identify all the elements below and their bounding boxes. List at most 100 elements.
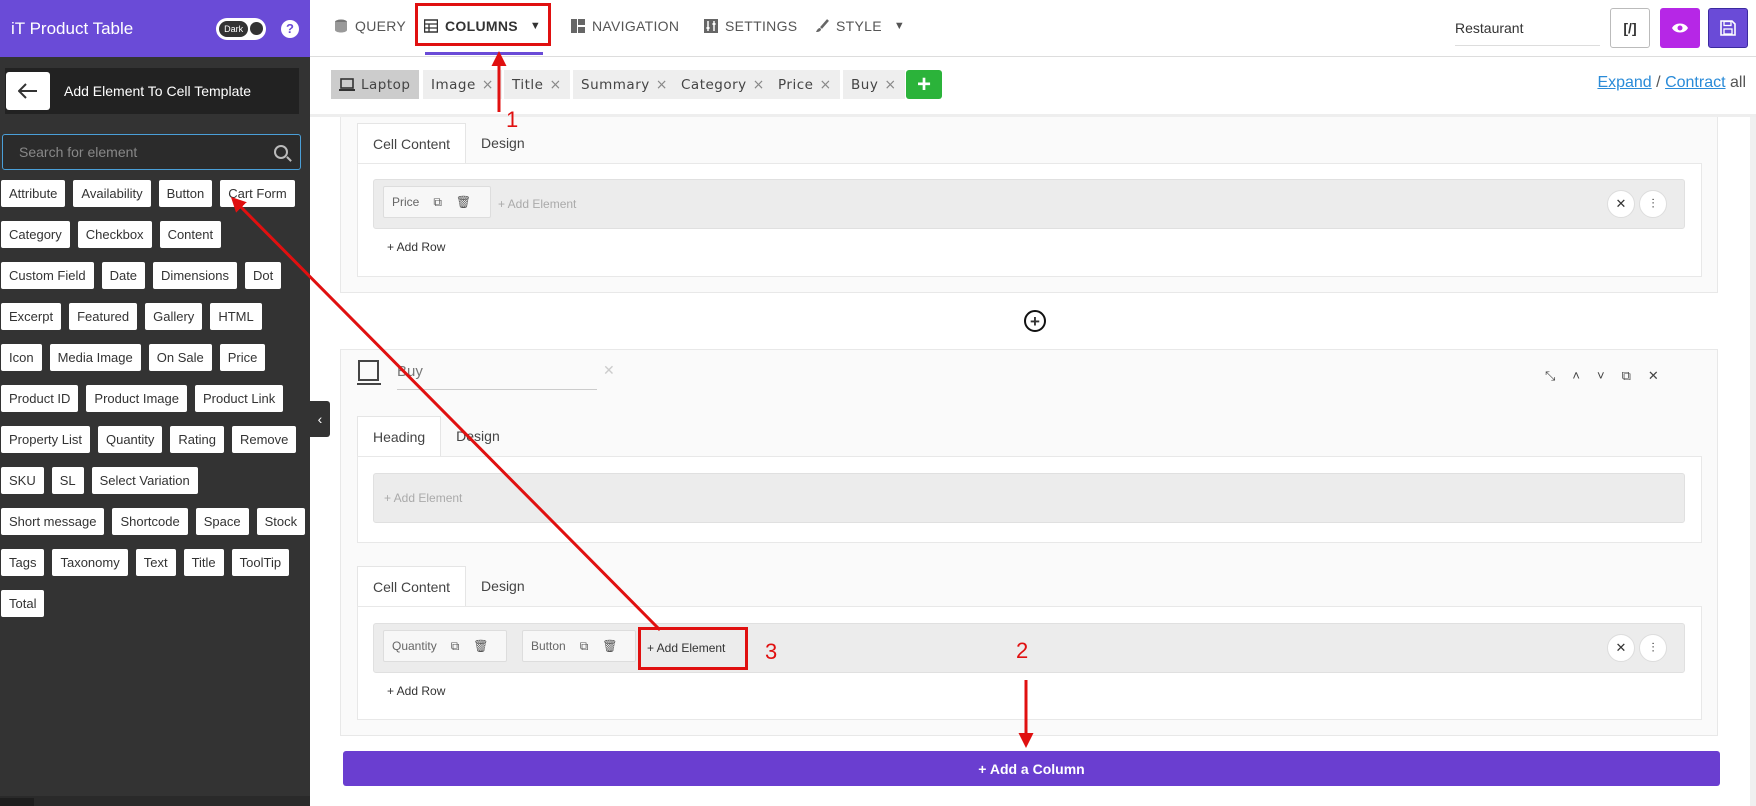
close-icon[interactable]: × bbox=[819, 77, 831, 93]
element-option[interactable]: Quantity bbox=[97, 426, 163, 453]
tab-query[interactable]: QUERY bbox=[334, 0, 406, 52]
element-option[interactable]: Content bbox=[159, 221, 222, 248]
tab-design[interactable]: Design bbox=[466, 123, 540, 163]
tab-style[interactable]: STYLE ▼ bbox=[815, 0, 905, 52]
element-option[interactable]: Tags bbox=[1, 549, 45, 576]
chevron-down-icon[interactable]: ˅ bbox=[1597, 368, 1605, 384]
close-icon[interactable]: × bbox=[482, 77, 494, 93]
row-settings-button[interactable]: ⫶ bbox=[1639, 190, 1667, 218]
element-option[interactable]: Button bbox=[158, 180, 213, 207]
element-option[interactable]: Rating bbox=[170, 426, 224, 453]
element-option[interactable]: Category bbox=[1, 221, 70, 248]
sidebar-scrollbar[interactable] bbox=[0, 796, 310, 806]
close-icon[interactable]: × bbox=[549, 77, 561, 93]
add-row-link[interactable]: + Add Row bbox=[387, 684, 445, 698]
expand-all-link[interactable]: Expand bbox=[1597, 74, 1651, 91]
close-icon[interactable]: × bbox=[753, 77, 765, 93]
back-button[interactable] bbox=[6, 72, 50, 110]
collapse-sidebar-button[interactable]: ‹ bbox=[310, 401, 330, 437]
column-chip[interactable]: Price × bbox=[770, 70, 840, 99]
tab-cell-content[interactable]: Cell Content bbox=[357, 123, 467, 163]
remove-row-button[interactable]: ✕ bbox=[1607, 190, 1635, 218]
clear-icon[interactable]: ✕ bbox=[603, 362, 615, 379]
element-option[interactable]: Text bbox=[135, 549, 176, 576]
element-option[interactable]: Price bbox=[219, 344, 266, 371]
remove-row-button[interactable]: ✕ bbox=[1607, 634, 1635, 662]
close-icon[interactable]: × bbox=[656, 77, 668, 93]
element-option[interactable]: Taxonomy bbox=[52, 549, 128, 576]
element-option[interactable]: SKU bbox=[1, 467, 44, 494]
tab-heading[interactable]: Heading bbox=[357, 416, 442, 456]
column-chip[interactable]: Category × bbox=[673, 70, 773, 99]
price-element-pill[interactable]: Price ⧉ 🗑 bbox=[383, 186, 491, 218]
element-option[interactable]: ToolTip bbox=[231, 549, 290, 576]
tab-settings[interactable]: SETTINGS bbox=[704, 0, 797, 52]
element-option[interactable]: Checkbox bbox=[77, 221, 152, 248]
element-option[interactable]: Title bbox=[183, 549, 224, 576]
element-option[interactable]: Product ID bbox=[1, 385, 79, 412]
device-laptop-chip[interactable]: Laptop bbox=[331, 70, 419, 99]
copy-icon[interactable]: ⧉ bbox=[580, 639, 589, 654]
add-row-link[interactable]: + Add Row bbox=[387, 240, 445, 254]
shortcode-button[interactable]: [/] bbox=[1610, 8, 1650, 48]
contract-all-link[interactable]: Contract bbox=[1665, 74, 1725, 91]
add-column-button[interactable]: + Add a Column bbox=[343, 751, 1720, 786]
element-option[interactable]: Excerpt bbox=[1, 303, 62, 330]
column-chip[interactable]: Title × bbox=[504, 70, 570, 99]
column-name-input[interactable]: Buy bbox=[397, 363, 597, 390]
trash-icon[interactable]: 🗑 bbox=[602, 639, 617, 653]
trash-icon[interactable]: 🗑 bbox=[473, 639, 488, 653]
add-element-link[interactable]: + Add Element bbox=[498, 197, 576, 211]
tab-cell-content[interactable]: Cell Content bbox=[357, 566, 467, 606]
element-option[interactable]: Product Link bbox=[194, 385, 284, 412]
element-option[interactable]: Shortcode bbox=[112, 508, 188, 535]
column-chip[interactable]: Image × bbox=[423, 70, 503, 99]
element-option[interactable]: Custom Field bbox=[1, 262, 94, 289]
row-settings-button[interactable]: ⫶ bbox=[1639, 634, 1667, 662]
element-option[interactable]: Select Variation bbox=[91, 467, 198, 494]
element-option[interactable]: Featured bbox=[69, 303, 138, 330]
chevron-up-icon[interactable]: ˄ bbox=[1572, 368, 1580, 384]
element-option[interactable]: Property List bbox=[1, 426, 90, 453]
close-icon[interactable]: × bbox=[884, 77, 896, 93]
quantity-element-pill[interactable]: Quantity ⧉ 🗑 bbox=[383, 630, 507, 662]
element-option[interactable]: On Sale bbox=[148, 344, 212, 371]
insert-column-icon[interactable]: + bbox=[1024, 310, 1046, 332]
element-option[interactable]: Attribute bbox=[1, 180, 66, 207]
copy-icon[interactable]: ⧉ bbox=[433, 195, 442, 210]
preview-button[interactable] bbox=[1660, 8, 1700, 48]
element-option[interactable]: Remove bbox=[231, 426, 297, 453]
dark-mode-toggle[interactable]: Dark bbox=[216, 17, 266, 40]
button-element-pill[interactable]: Button ⧉ 🗑 bbox=[522, 630, 636, 662]
element-option[interactable]: Total bbox=[1, 590, 45, 617]
column-chip[interactable]: Summary × bbox=[573, 70, 676, 99]
column-chip[interactable]: Buy × bbox=[843, 70, 905, 99]
preset-name-field[interactable]: Restaurant bbox=[1455, 10, 1600, 46]
tab-design[interactable]: Design bbox=[466, 566, 540, 606]
tab-design[interactable]: Design bbox=[441, 416, 515, 456]
element-option[interactable]: Icon bbox=[1, 344, 42, 371]
element-option[interactable]: Stock bbox=[256, 508, 306, 535]
collapse-icon[interactable]: ⤡ bbox=[1545, 368, 1555, 384]
copy-icon[interactable]: ⧉ bbox=[451, 639, 460, 654]
add-element-link[interactable]: + Add Element bbox=[384, 491, 462, 505]
trash-icon[interactable]: 🗑 bbox=[456, 195, 471, 209]
element-option[interactable]: Cart Form bbox=[220, 180, 295, 207]
element-option[interactable]: Gallery bbox=[145, 303, 203, 330]
element-option[interactable]: Date bbox=[101, 262, 146, 289]
element-option[interactable]: SL bbox=[51, 467, 84, 494]
element-option[interactable]: Availability bbox=[73, 180, 151, 207]
element-option[interactable]: Short message bbox=[1, 508, 105, 535]
element-option[interactable]: Media Image bbox=[49, 344, 141, 371]
element-search-input[interactable] bbox=[3, 135, 300, 169]
add-column-chip-button[interactable]: + bbox=[906, 70, 942, 99]
element-option[interactable]: Product Image bbox=[86, 385, 187, 412]
element-option[interactable]: Dimensions bbox=[153, 262, 237, 289]
element-option[interactable]: HTML bbox=[210, 303, 262, 330]
duplicate-icon[interactable]: ⧉ bbox=[1622, 368, 1631, 384]
help-icon[interactable]: ? bbox=[281, 19, 299, 38]
main-scrollbar[interactable] bbox=[1750, 117, 1756, 806]
tab-navigation[interactable]: NAVIGATION bbox=[571, 0, 679, 52]
save-button[interactable] bbox=[1708, 8, 1748, 48]
close-icon[interactable]: ✕ bbox=[1648, 368, 1659, 384]
